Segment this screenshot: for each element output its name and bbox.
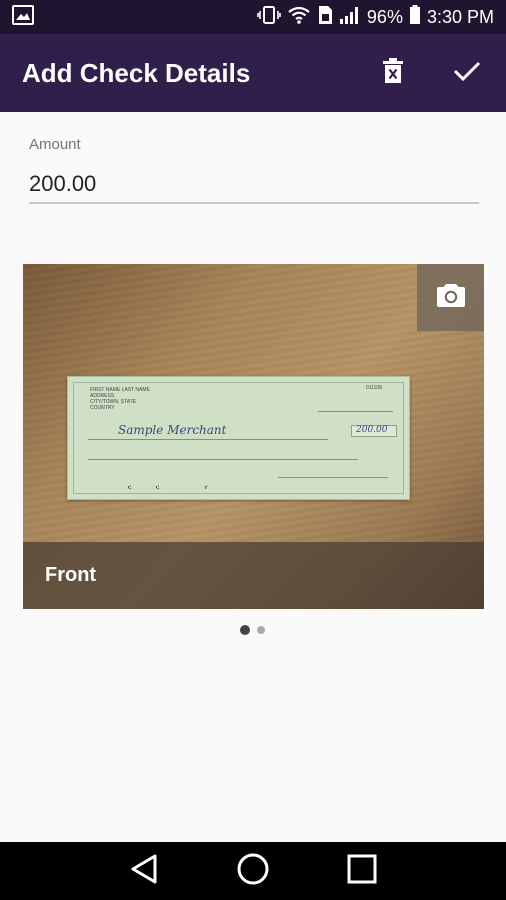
sim-icon [317, 5, 333, 30]
gallery-notification-icon [12, 4, 34, 30]
back-triangle-icon [129, 853, 159, 890]
page-title: Add Check Details [22, 57, 251, 88]
check-image: FIRST NAME LAST NAME ADDRESS CITY/TOWN, ST… [67, 376, 410, 500]
home-button[interactable] [233, 851, 273, 891]
page-dot-2[interactable] [257, 626, 265, 634]
check-icon [453, 60, 481, 87]
back-button[interactable] [124, 851, 164, 891]
page-dot-1[interactable] [240, 625, 250, 635]
photo-caption-bar: Front [23, 542, 484, 609]
camera-icon [436, 282, 466, 313]
page-indicator [240, 625, 265, 635]
amount-label: Amount [29, 136, 81, 153]
vibrate-icon [257, 5, 281, 30]
battery-level: 96% [366, 6, 403, 27]
check-photo-front[interactable]: FIRST NAME LAST NAME ADDRESS CITY/TOWN, ST… [23, 264, 484, 609]
recents-button[interactable] [342, 851, 382, 891]
status-bar: 96% 3:30 PM [0, 0, 506, 34]
amount-input[interactable] [29, 166, 479, 204]
app-bar: Add Check Details [0, 34, 506, 112]
photo-caption: Front [45, 564, 97, 586]
delete-icon [381, 57, 405, 90]
camera-button[interactable] [417, 264, 484, 331]
wifi-icon [287, 5, 311, 30]
delete-button[interactable] [376, 56, 410, 90]
battery-icon [409, 4, 421, 30]
clock: 3:30 PM [426, 6, 494, 27]
home-circle-icon [236, 852, 270, 891]
recents-square-icon [346, 853, 378, 890]
navigation-bar [0, 842, 506, 900]
signal-icon [339, 5, 361, 30]
confirm-button[interactable] [450, 56, 484, 90]
